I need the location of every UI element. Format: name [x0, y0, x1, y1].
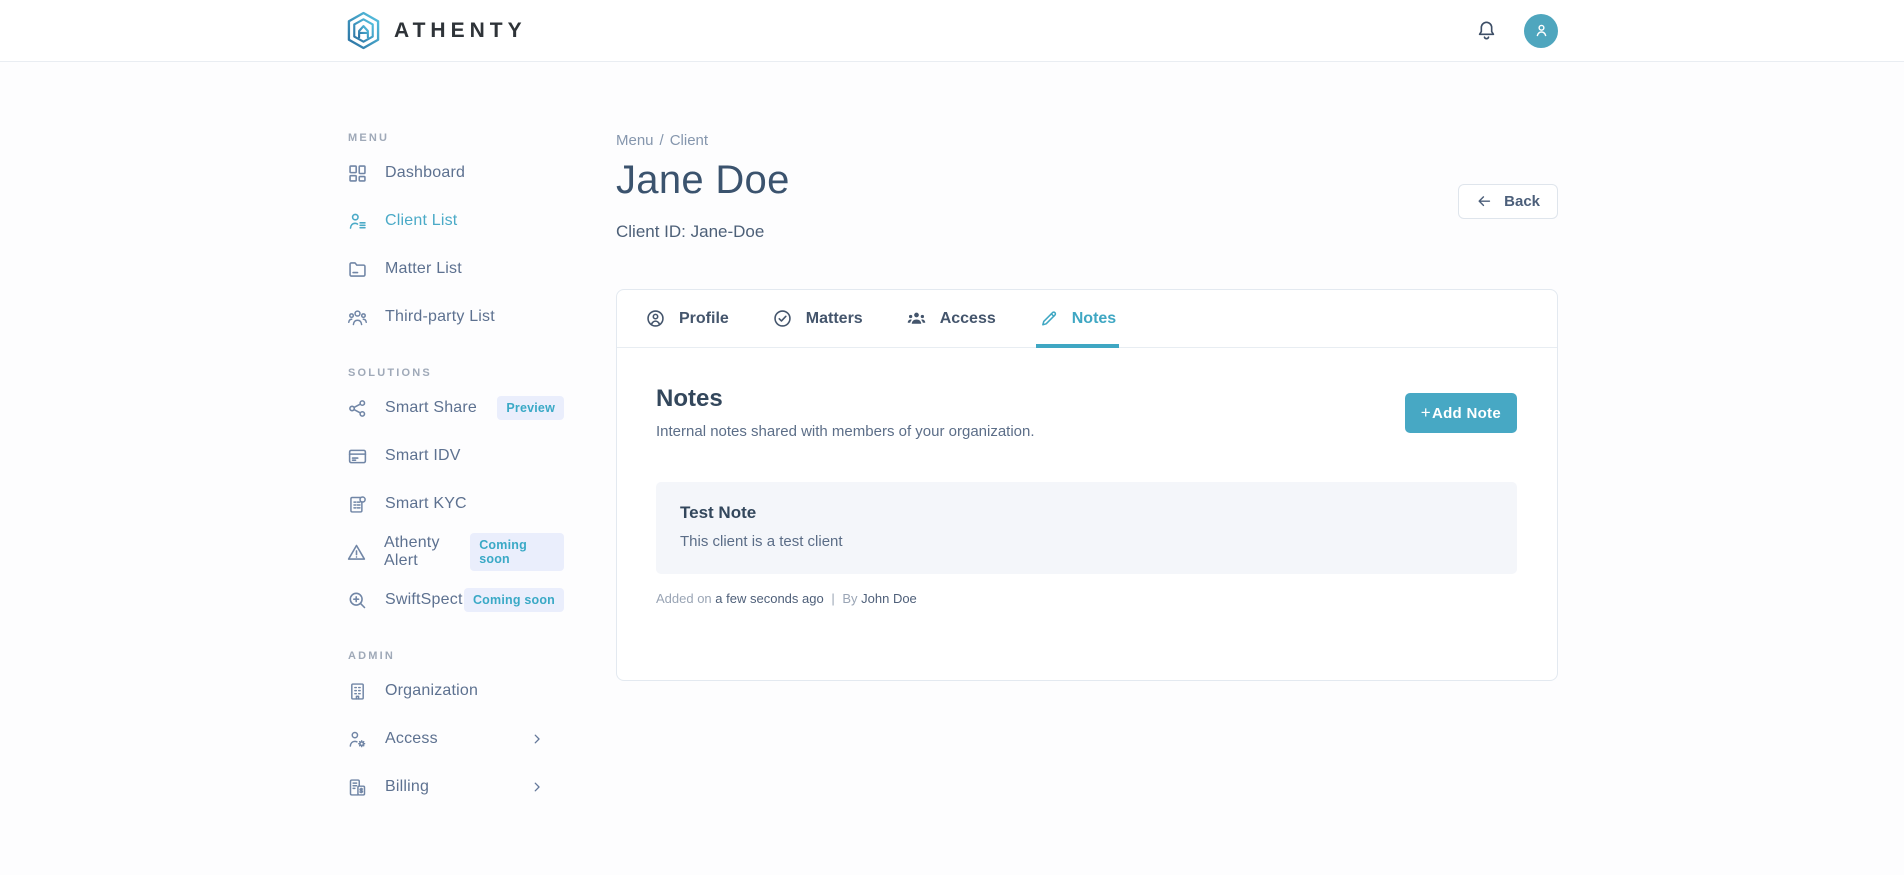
notes-tab-content: Notes Internal notes shared with members…	[617, 348, 1557, 680]
user-avatar[interactable]	[1524, 13, 1558, 48]
sidebar-section-solutions: SOLUTIONS Smart Share Preview Smart IDV …	[346, 367, 564, 624]
sidebar-item-label: Matter List	[385, 260, 462, 277]
note-card: Test Note This client is a test client	[656, 482, 1517, 574]
folder-icon	[346, 259, 368, 280]
sidebar-item-label: Third-party List	[385, 308, 495, 325]
user-circle-icon	[645, 308, 666, 329]
note-meta-by: By	[842, 591, 858, 606]
sidebar-item-third-party-list[interactable]: Third-party List	[346, 293, 564, 341]
arrow-left-icon	[1476, 193, 1493, 210]
sidebar-item-label: Organization	[385, 682, 479, 699]
notes-heading-block: Notes Internal notes shared with members…	[656, 385, 1035, 440]
brand-name: ATHENTY	[394, 18, 527, 42]
sidebar-item-label: SwiftSpect	[385, 591, 463, 608]
tab-label: Matters	[805, 309, 863, 327]
sidebar-item-smart-kyc[interactable]: Smart KYC	[346, 480, 564, 528]
section-label-solutions: SOLUTIONS	[348, 367, 432, 379]
sidebar-item-label: Client List	[385, 212, 458, 229]
note-body: This client is a test client	[680, 533, 843, 550]
note-meta-author: John Doe	[861, 591, 917, 606]
tab-bar: Profile Matters Access Notes	[617, 290, 1557, 348]
note-meta-added-on: Added on	[656, 591, 712, 606]
sidebar-item-smart-share[interactable]: Smart Share Preview	[346, 384, 564, 432]
athenty-logo-icon	[346, 11, 381, 50]
sidebar-item-label: Smart Share	[385, 399, 478, 416]
sidebar-item-dashboard[interactable]: Dashboard	[346, 149, 564, 197]
magnifier-plus-icon	[346, 590, 368, 611]
notes-subheading: Internal notes shared with members of yo…	[656, 423, 1035, 440]
chevron-right-icon	[530, 780, 544, 794]
tab-access[interactable]: Access	[906, 290, 996, 347]
tab-notes[interactable]: Notes	[1035, 290, 1120, 348]
note-title: Test Note	[680, 503, 757, 522]
section-label-menu: MENU	[348, 132, 390, 144]
main-content: Menu / Client Jane Doe Client ID: Jane-Doe…	[616, 132, 1558, 837]
note-meta-time: a few seconds ago	[715, 591, 824, 606]
sidebar-item-label: Athenty Alert	[384, 534, 440, 569]
sidebar-item-smart-idv[interactable]: Smart IDV	[346, 432, 564, 480]
top-navigation-bar: ATHENTY	[0, 0, 1904, 62]
breadcrumb-separator: /	[659, 132, 664, 149]
client-detail-panel: Profile Matters Access Notes Notes Inter…	[616, 289, 1558, 681]
breadcrumb-client[interactable]: Client	[670, 132, 708, 149]
add-note-button[interactable]: + Add Note	[1404, 393, 1517, 433]
page-header: Menu / Client Jane Doe Client ID: Jane-Doe…	[616, 132, 1558, 242]
notes-heading: Notes	[656, 385, 723, 412]
sidebar-item-access[interactable]: Access	[346, 715, 564, 763]
sidebar-item-label: Smart IDV	[385, 447, 461, 464]
notification-bell-icon[interactable]	[1475, 19, 1498, 42]
tab-profile[interactable]: Profile	[645, 290, 729, 347]
pencil-icon	[1039, 309, 1059, 329]
tab-label: Notes	[1071, 309, 1117, 327]
section-label-admin: ADMIN	[348, 650, 396, 662]
sidebar-section-menu: MENU Dashboard Client List Matter List T…	[346, 132, 564, 341]
sidebar-item-label: Dashboard	[385, 164, 466, 181]
billing-receipt-icon	[346, 777, 368, 798]
client-list-icon	[346, 211, 368, 232]
sidebar-item-label: Smart KYC	[385, 495, 467, 512]
client-id-text: Client ID: Jane-Doe	[616, 222, 765, 241]
add-note-label: Add Note	[1431, 404, 1501, 422]
coming-soon-badge: Coming soon	[470, 533, 564, 571]
tab-label: Profile	[679, 309, 729, 327]
page-title: Jane Doe	[616, 158, 790, 202]
back-button[interactable]: Back	[1458, 184, 1558, 219]
user-gear-icon	[346, 729, 368, 750]
sidebar-item-athenty-alert[interactable]: Athenty Alert Coming soon	[346, 528, 564, 576]
sidebar-item-client-list[interactable]: Client List	[346, 197, 564, 245]
users-icon	[906, 308, 927, 329]
document-check-icon	[346, 494, 368, 515]
sidebar-section-admin: ADMIN Organization Access Billing	[346, 650, 564, 811]
check-circle-icon	[772, 308, 793, 329]
breadcrumb: Menu / Client	[616, 132, 1558, 149]
note-meta: Added on a few seconds ago | By John Doe	[656, 591, 1517, 606]
coming-soon-badge: Coming soon	[463, 588, 564, 612]
plus-icon: +	[1420, 403, 1431, 422]
brand-logo[interactable]: ATHENTY	[346, 11, 527, 50]
sidebar-item-organization[interactable]: Organization	[346, 667, 564, 715]
sidebar: MENU Dashboard Client List Matter List T…	[346, 132, 564, 837]
sidebar-item-billing[interactable]: Billing	[346, 763, 564, 811]
warning-triangle-icon	[346, 542, 367, 563]
building-icon	[346, 681, 368, 702]
sidebar-item-label: Billing	[385, 778, 430, 795]
dashboard-grid-icon	[346, 163, 368, 184]
back-button-label: Back	[1504, 193, 1540, 210]
tab-label: Access	[939, 309, 996, 327]
sidebar-item-matter-list[interactable]: Matter List	[346, 245, 564, 293]
preview-badge: Preview	[497, 396, 564, 420]
breadcrumb-menu[interactable]: Menu	[616, 132, 654, 149]
chevron-right-icon	[530, 732, 544, 746]
note-meta-separator: |	[831, 591, 835, 606]
tab-matters[interactable]: Matters	[772, 290, 863, 347]
share-icon	[346, 398, 368, 419]
sidebar-item-swiftspect[interactable]: SwiftSpect Coming soon	[346, 576, 564, 624]
people-group-icon	[346, 307, 368, 328]
sidebar-item-label: Access	[385, 730, 438, 747]
id-card-icon	[346, 446, 368, 467]
